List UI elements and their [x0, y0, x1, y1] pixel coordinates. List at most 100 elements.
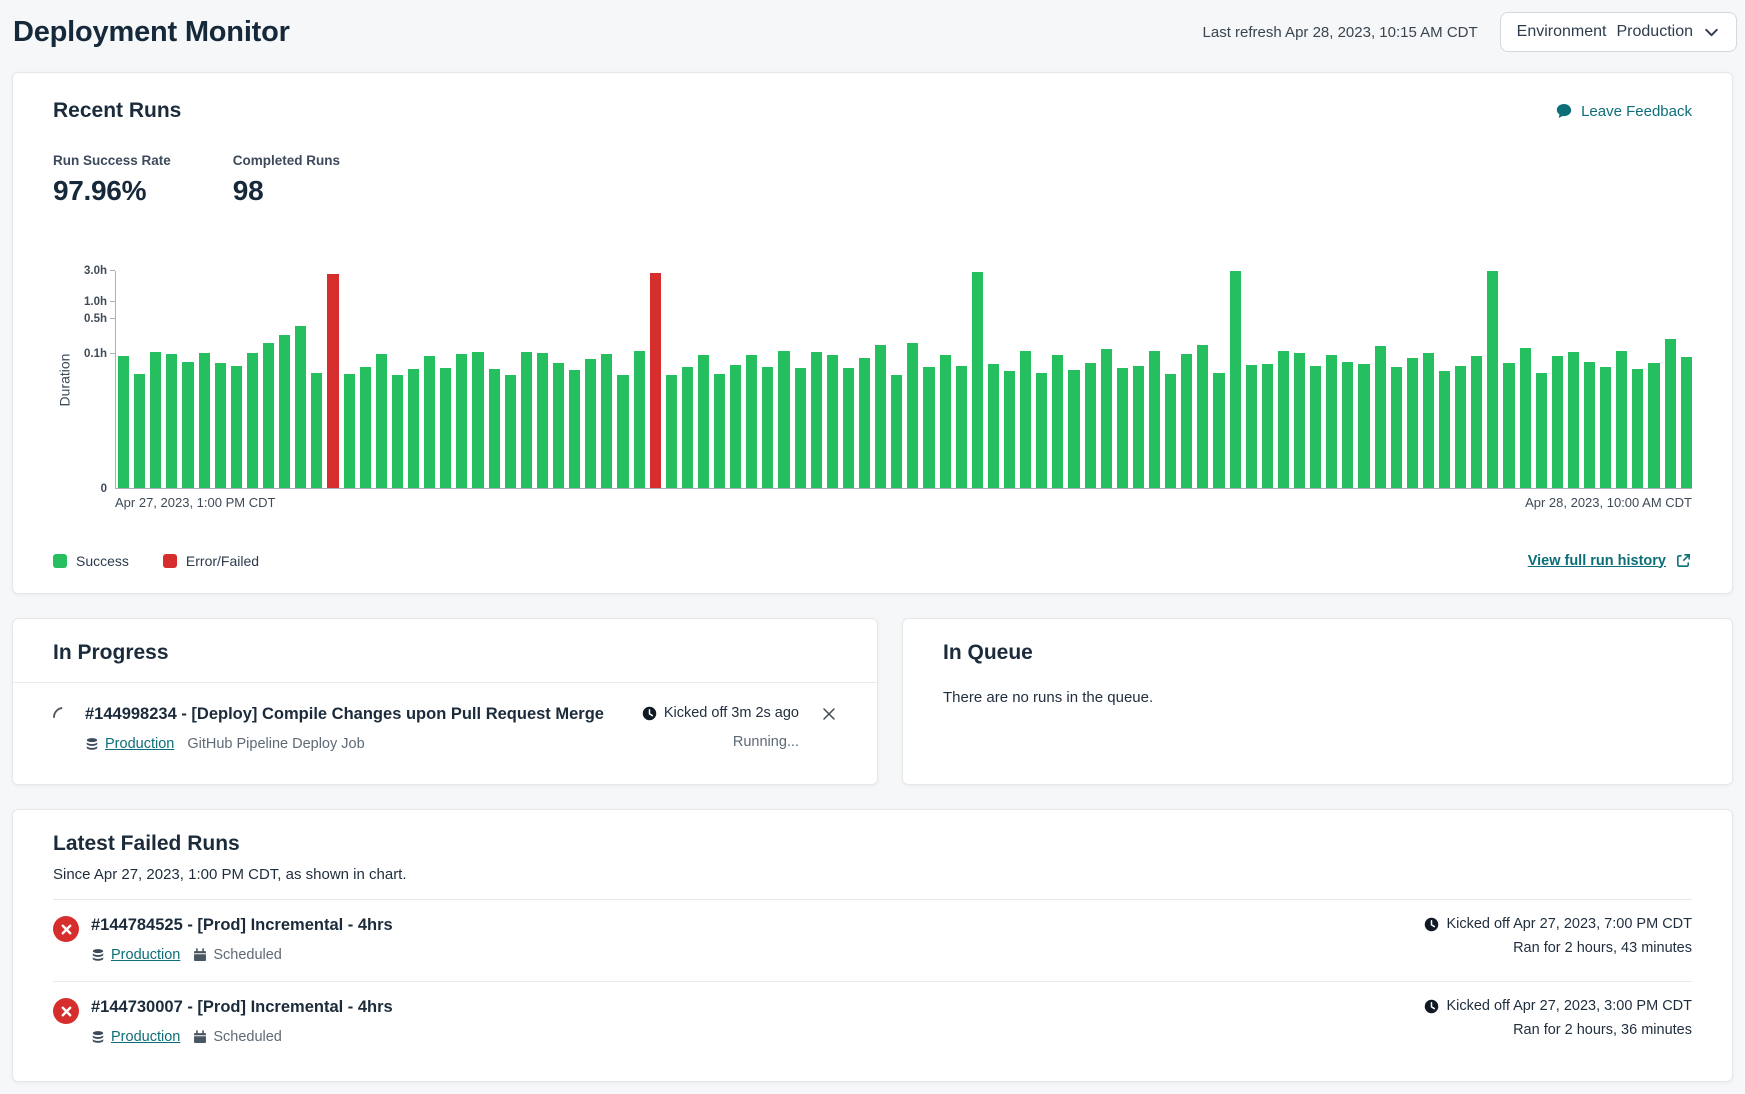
run-bar-success[interactable] [617, 375, 628, 488]
run-bar-success[interactable] [489, 369, 500, 488]
run-bar-success[interactable] [505, 375, 516, 488]
run-bar-success[interactable] [166, 354, 177, 488]
run-bar-success[interactable] [1101, 349, 1112, 488]
run-bar-success[interactable] [1230, 271, 1241, 488]
run-bar-success[interactable] [875, 345, 886, 488]
run-bar-success[interactable] [424, 356, 435, 488]
run-bar-success[interactable] [762, 367, 773, 488]
run-bar-success[interactable] [1487, 271, 1498, 488]
run-bar-success[interactable] [199, 353, 210, 488]
run-bar-success[interactable] [1117, 368, 1128, 488]
run-bar-success[interactable] [1471, 356, 1482, 488]
run-bar-success[interactable] [1294, 353, 1305, 488]
run-bar-success[interactable] [859, 358, 870, 488]
run-bar-success[interactable] [1455, 366, 1466, 488]
run-bar-success[interactable] [279, 335, 290, 488]
run-bar-success[interactable] [134, 374, 145, 488]
run-bar-success[interactable] [1165, 374, 1176, 488]
cancel-run-button[interactable] [821, 706, 837, 722]
run-bar-success[interactable] [1213, 373, 1224, 488]
run-bar-success[interactable] [634, 351, 645, 488]
run-bar-success[interactable] [1439, 371, 1450, 488]
run-bar-success[interactable] [1246, 365, 1257, 488]
environment-tag[interactable]: Production [91, 947, 180, 963]
run-bar-success[interactable] [263, 343, 274, 488]
run-bar-success[interactable] [1648, 363, 1659, 488]
run-bar-success[interactable] [553, 363, 564, 488]
run-bar-success[interactable] [601, 354, 612, 488]
leave-feedback-link[interactable]: Leave Feedback [1555, 102, 1692, 120]
run-bar-success[interactable] [1085, 363, 1096, 488]
run-bar-success[interactable] [795, 368, 806, 488]
environment-link[interactable]: Production [105, 736, 174, 752]
run-bar-success[interactable] [1358, 364, 1369, 488]
run-bar-success[interactable] [1520, 348, 1531, 488]
run-bar-success[interactable] [295, 326, 306, 488]
run-bar-success[interactable] [907, 343, 918, 488]
run-bar-success[interactable] [408, 369, 419, 488]
run-bar-success[interactable] [1665, 339, 1676, 488]
view-full-run-history-link[interactable]: View full run history [1528, 552, 1692, 569]
run-bar-success[interactable] [1342, 362, 1353, 488]
run-bar-success[interactable] [1391, 367, 1402, 488]
run-bar-success[interactable] [843, 368, 854, 488]
run-bar-success[interactable] [1262, 364, 1273, 488]
run-bar-success[interactable] [778, 351, 789, 488]
run-bar-success[interactable] [1503, 363, 1514, 488]
run-bar-success[interactable] [1052, 355, 1063, 488]
run-bar-success[interactable] [1423, 353, 1434, 488]
run-bar-success[interactable] [891, 375, 902, 488]
run-bar-success[interactable] [231, 366, 242, 488]
run-bar-success[interactable] [440, 368, 451, 488]
run-bar-success[interactable] [811, 352, 822, 488]
run-bar-failed[interactable] [650, 273, 661, 488]
run-bar-success[interactable] [1326, 355, 1337, 488]
run-bar-success[interactable] [682, 367, 693, 488]
run-bar-success[interactable] [988, 364, 999, 488]
run-bar-success[interactable] [1004, 371, 1015, 488]
run-bar-success[interactable] [392, 375, 403, 488]
run-bar-success[interactable] [1068, 370, 1079, 488]
environment-link[interactable]: Production [111, 947, 180, 963]
run-bar-success[interactable] [472, 352, 483, 488]
run-bar-success[interactable] [940, 355, 951, 488]
environment-tag[interactable]: Production [91, 1029, 180, 1045]
run-bar-success[interactable] [1133, 366, 1144, 488]
run-bar-success[interactable] [1552, 356, 1563, 488]
run-bar-success[interactable] [1020, 351, 1031, 488]
run-bar-success[interactable] [585, 359, 596, 488]
run-bar-success[interactable] [344, 374, 355, 488]
run-bar-success[interactable] [537, 353, 548, 488]
run-bar-success[interactable] [376, 354, 387, 488]
run-bar-success[interactable] [956, 366, 967, 488]
run-bar-success[interactable] [1036, 373, 1047, 488]
run-bar-success[interactable] [1584, 362, 1595, 488]
run-bar-success[interactable] [456, 354, 467, 488]
run-bar-success[interactable] [1181, 354, 1192, 488]
run-bar-success[interactable] [569, 370, 580, 488]
run-bar-success[interactable] [1568, 352, 1579, 488]
run-bar-success[interactable] [1310, 366, 1321, 488]
environment-dropdown[interactable]: Environment Production [1500, 12, 1737, 52]
run-bar-success[interactable] [666, 375, 677, 488]
run-bar-success[interactable] [182, 362, 193, 488]
run-bar-success[interactable] [1536, 373, 1547, 488]
run-bar-success[interactable] [1407, 358, 1418, 488]
run-bar-failed[interactable] [327, 274, 338, 488]
run-bar-success[interactable] [972, 272, 983, 488]
run-bar-success[interactable] [1197, 345, 1208, 488]
environment-tag[interactable]: Production [85, 736, 174, 752]
run-bar-success[interactable] [714, 374, 725, 488]
run-bar-success[interactable] [1616, 351, 1627, 488]
environment-link[interactable]: Production [111, 1029, 180, 1045]
run-bar-success[interactable] [730, 365, 741, 488]
run-bar-success[interactable] [698, 355, 709, 488]
run-bar-success[interactable] [746, 355, 757, 488]
run-bar-success[interactable] [360, 367, 371, 488]
run-bar-success[interactable] [118, 356, 129, 488]
run-bar-success[interactable] [1375, 346, 1386, 488]
run-bar-success[interactable] [1149, 351, 1160, 488]
run-bar-success[interactable] [521, 352, 532, 488]
run-bar-success[interactable] [1681, 357, 1692, 488]
run-bar-success[interactable] [1278, 351, 1289, 488]
